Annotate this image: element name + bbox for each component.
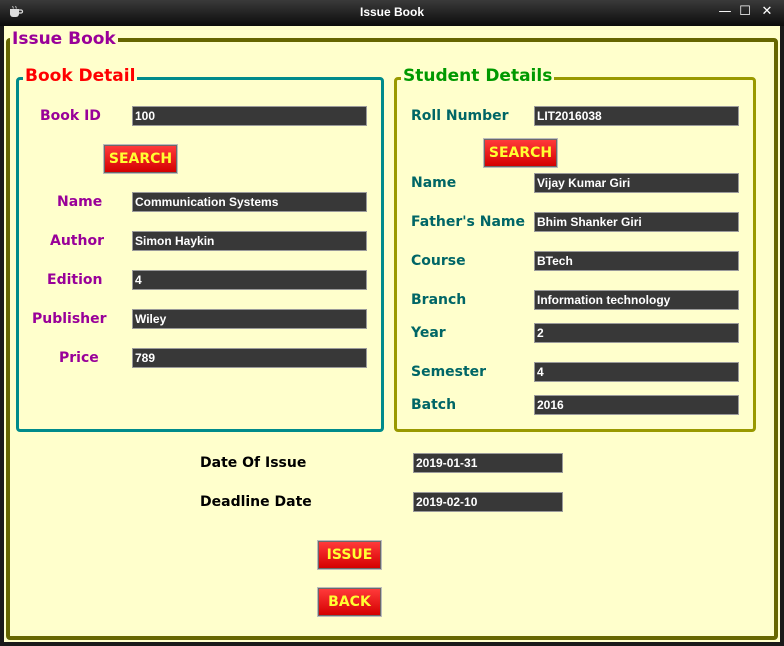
branch-label: Branch — [411, 292, 467, 308]
edition-input[interactable]: 4 — [132, 270, 367, 290]
father-name-label: Father's Name — [411, 214, 525, 230]
deadline-date-input[interactable]: 2019-02-10 — [413, 492, 563, 512]
price-input[interactable]: 789 — [132, 348, 367, 368]
publisher-input[interactable]: Wiley — [132, 309, 367, 329]
roll-number-label: Roll Number — [411, 108, 509, 124]
student-details-title: Student Details — [401, 66, 555, 86]
batch-label: Batch — [411, 397, 457, 413]
book-id-label: Book ID — [40, 108, 101, 124]
author-input[interactable]: Simon Haykin — [132, 231, 367, 251]
batch-input[interactable]: 2016 — [534, 395, 739, 415]
book-search-button[interactable]: SEARCH — [104, 145, 177, 173]
price-label: Price — [59, 350, 99, 366]
close-button[interactable]: ✕ — [759, 4, 775, 20]
student-name-input[interactable]: Vijay Kumar Giri — [534, 173, 739, 193]
book-name-input[interactable]: Communication Systems — [132, 192, 367, 212]
course-input[interactable]: BTech — [534, 251, 739, 271]
deadline-date-label: Deadline Date — [200, 494, 312, 510]
father-name-input[interactable]: Bhim Shanker Giri — [534, 212, 739, 232]
publisher-label: Publisher — [32, 311, 107, 327]
student-name-label: Name — [411, 175, 457, 191]
issue-book-group-title: Issue Book — [10, 29, 118, 49]
back-button[interactable]: BACK — [318, 588, 381, 616]
year-input[interactable]: 2 — [534, 323, 739, 343]
semester-input[interactable]: 4 — [534, 362, 739, 382]
student-search-button[interactable]: SEARCH — [484, 139, 557, 167]
date-of-issue-input[interactable]: 2019-01-31 — [413, 453, 563, 473]
semester-label: Semester — [411, 364, 487, 380]
book-detail-title: Book Detail — [23, 66, 138, 86]
book-id-input[interactable]: 100 — [132, 106, 367, 126]
date-of-issue-label: Date Of Issue — [200, 455, 307, 471]
issue-button[interactable]: ISSUE — [318, 541, 381, 569]
window-title: Issue Book — [359, 5, 425, 19]
course-label: Course — [411, 253, 466, 269]
title-bar: Issue Book — ☐ ✕ — [0, 0, 784, 26]
maximize-button[interactable]: ☐ — [737, 4, 753, 20]
author-label: Author — [50, 233, 104, 249]
roll-number-input[interactable]: LIT2016038 — [534, 106, 739, 126]
branch-input[interactable]: Information technology — [534, 290, 739, 310]
edition-label: Edition — [47, 272, 103, 288]
minimize-button[interactable]: — — [717, 4, 733, 20]
year-label: Year — [411, 325, 446, 341]
book-name-label: Name — [57, 194, 103, 210]
window-content: Issue Book Book Detail Student Details B… — [4, 26, 780, 642]
book-detail-group: Book Detail — [16, 66, 384, 432]
